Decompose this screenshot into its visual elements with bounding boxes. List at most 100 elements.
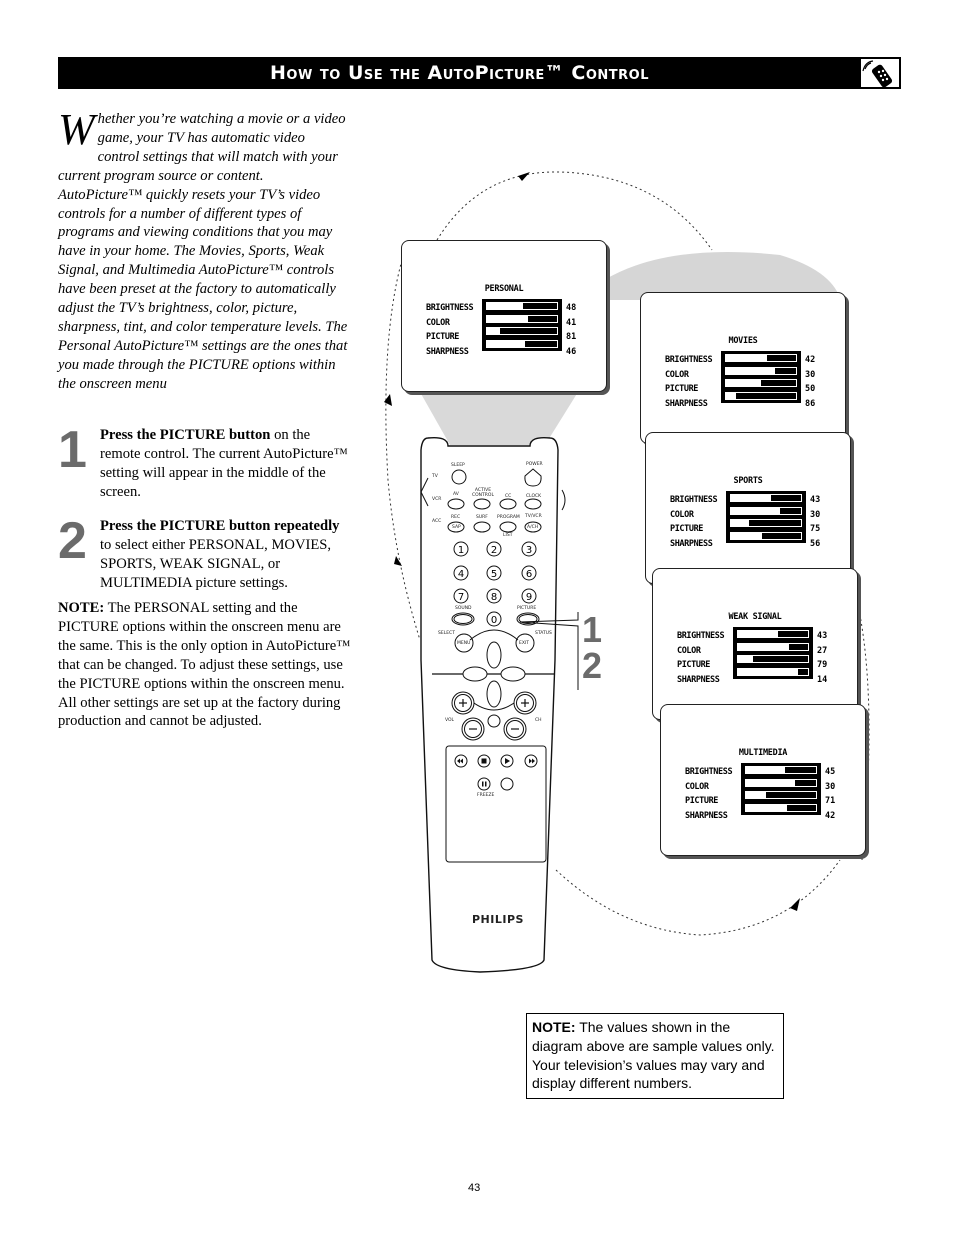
- osd-label: BRIGHTNESS: [677, 631, 725, 641]
- remote-label-sleep: SLEEP: [451, 463, 465, 468]
- svg-text:0: 0: [491, 615, 497, 626]
- arrowhead-icon: [384, 394, 392, 406]
- note-sample-values: NOTE: The values shown in the diagram ab…: [526, 1013, 784, 1099]
- osd-value: 56: [810, 538, 821, 549]
- osd-bar-fill: [487, 328, 501, 335]
- osd-label: SHARPNESS: [677, 674, 720, 685]
- osd-bar-fill: [726, 392, 736, 399]
- osd-bar: [737, 630, 809, 638]
- osd-title: MULTIMEDIA: [738, 748, 788, 758]
- osd-values: 42 30 50 86: [805, 353, 815, 411]
- osd-bar: [486, 327, 558, 336]
- osd-bar: [745, 778, 817, 787]
- remote-label-list: LIST: [503, 533, 513, 538]
- remote-mode-tv: TV: [432, 474, 438, 479]
- osd-value: 86: [805, 398, 816, 409]
- sleep-button: [451, 469, 467, 485]
- page-number: 43: [468, 1182, 481, 1194]
- osd-label: PICTURE: [670, 524, 704, 535]
- osd-value: 81: [566, 332, 577, 343]
- osd-labels: BRIGHTNESS COLOR PICTURE SHARPNESS: [677, 629, 725, 687]
- osd-bar: [737, 667, 809, 676]
- osd-bar-fill: [746, 779, 795, 786]
- osd-label: SHARPNESS: [685, 810, 728, 821]
- remote-label-sap: SAP: [452, 525, 461, 530]
- osd-label: SHARPNESS: [670, 538, 713, 549]
- osd-bar-fill: [731, 532, 762, 539]
- remote-beam: [420, 392, 578, 445]
- svg-text:7: 7: [458, 592, 464, 603]
- osd-label: PICTURE: [685, 796, 719, 807]
- osd-label: COLOR: [685, 781, 709, 792]
- osd-values: 48 41 81 46: [566, 301, 576, 359]
- osd-bar-fill: [746, 767, 785, 773]
- osd-bar-fill: [726, 380, 761, 387]
- osd-label: COLOR: [665, 369, 689, 380]
- osd-bar: [737, 642, 809, 651]
- osd-label: BRIGHTNESS: [665, 355, 713, 365]
- osd-bar-fill: [731, 495, 771, 501]
- remote-label-program: PROGRAM: [497, 515, 520, 520]
- remote-mode-acc: ACC: [432, 519, 442, 524]
- osd-bar: [737, 655, 809, 664]
- arrowhead-icon: [518, 172, 530, 181]
- osd-bar-fill: [746, 804, 787, 811]
- cycle-arrow-bottom: [555, 859, 841, 936]
- osd-screen-movies: MOVIES BRIGHTNESS COLOR PICTURE SHARPNESS 42 3…: [640, 292, 846, 444]
- osd-label: COLOR: [677, 645, 701, 656]
- osd-value: 14: [817, 674, 828, 685]
- osd-label: PICTURE: [665, 384, 699, 395]
- osd-value: 27: [817, 645, 828, 656]
- osd-bar-fill: [487, 315, 529, 322]
- osd-value: 41: [566, 317, 577, 328]
- osd-title: WEAK SIGNAL: [728, 612, 782, 622]
- svg-text:2: 2: [491, 545, 497, 556]
- osd-bar: [725, 391, 797, 400]
- osd-bar-fill: [731, 520, 749, 527]
- osd-bar-fill: [738, 631, 778, 637]
- osd-title: MOVIES: [728, 336, 758, 346]
- cycle-arrow-top: [436, 171, 713, 251]
- osd-value: 30: [825, 781, 836, 792]
- remote-label-menu: MENU: [457, 641, 471, 646]
- svg-text:6: 6: [526, 569, 532, 580]
- osd-bar-group: [733, 627, 813, 679]
- step-callout-1: 1: [582, 609, 603, 650]
- svg-text:9: 9: [526, 592, 532, 603]
- step-callout: 1 2: [582, 612, 602, 684]
- remote-label-ch: CH: [535, 718, 542, 723]
- arrowhead-icon: [394, 556, 402, 566]
- remote-label-clock: CLOCK: [526, 494, 542, 499]
- osd-screen-personal: PERSONAL BRIGHTNESS COLOR PICTURE SHARPNESS 4…: [401, 240, 607, 392]
- osd-value: 45: [825, 767, 836, 777]
- osd-bar-fill: [487, 340, 525, 347]
- osd-value: 30: [810, 509, 821, 520]
- osd-bar: [725, 354, 797, 362]
- arrowhead-icon: [790, 898, 800, 911]
- remote-label-exit: EXIT: [519, 641, 530, 646]
- osd-screen-multimedia: MULTIMEDIA BRIGHTNESS COLOR PICTURE SHARPNES…: [660, 704, 866, 856]
- remote-label-active-control: ACTIVE CONTROL: [472, 488, 494, 498]
- osd-screen-weak-signal: WEAK SIGNAL BRIGHTNESS COLOR PICTURE SHARPNE…: [652, 568, 858, 720]
- osd-label: PICTURE: [426, 332, 460, 343]
- osd-bar-fill: [731, 507, 780, 514]
- svg-text:4: 4: [458, 569, 464, 580]
- remote-label-rec: REC: [451, 515, 461, 520]
- osd-bar-fill: [726, 367, 775, 374]
- remote-label-ach: A/CH: [527, 525, 539, 530]
- svg-text:8: 8: [491, 592, 497, 603]
- svg-text:5: 5: [491, 569, 497, 580]
- svg-text:3: 3: [526, 545, 532, 556]
- osd-values: 45 30 71 42: [825, 765, 835, 823]
- osd-label: COLOR: [670, 509, 694, 520]
- osd-values: 43 27 79 14: [817, 629, 827, 687]
- osd-bar: [730, 506, 802, 515]
- osd-bar: [730, 531, 802, 540]
- osd-bar: [486, 339, 558, 348]
- osd-labels: BRIGHTNESS COLOR PICTURE SHARPNESS: [685, 765, 733, 823]
- remote-label-select: SELECT: [438, 631, 455, 636]
- osd-labels: BRIGHTNESS COLOR PICTURE SHARPNESS: [665, 353, 713, 411]
- osd-bar: [725, 379, 797, 388]
- osd-label: SHARPNESS: [665, 398, 708, 409]
- osd-value: 50: [805, 384, 816, 395]
